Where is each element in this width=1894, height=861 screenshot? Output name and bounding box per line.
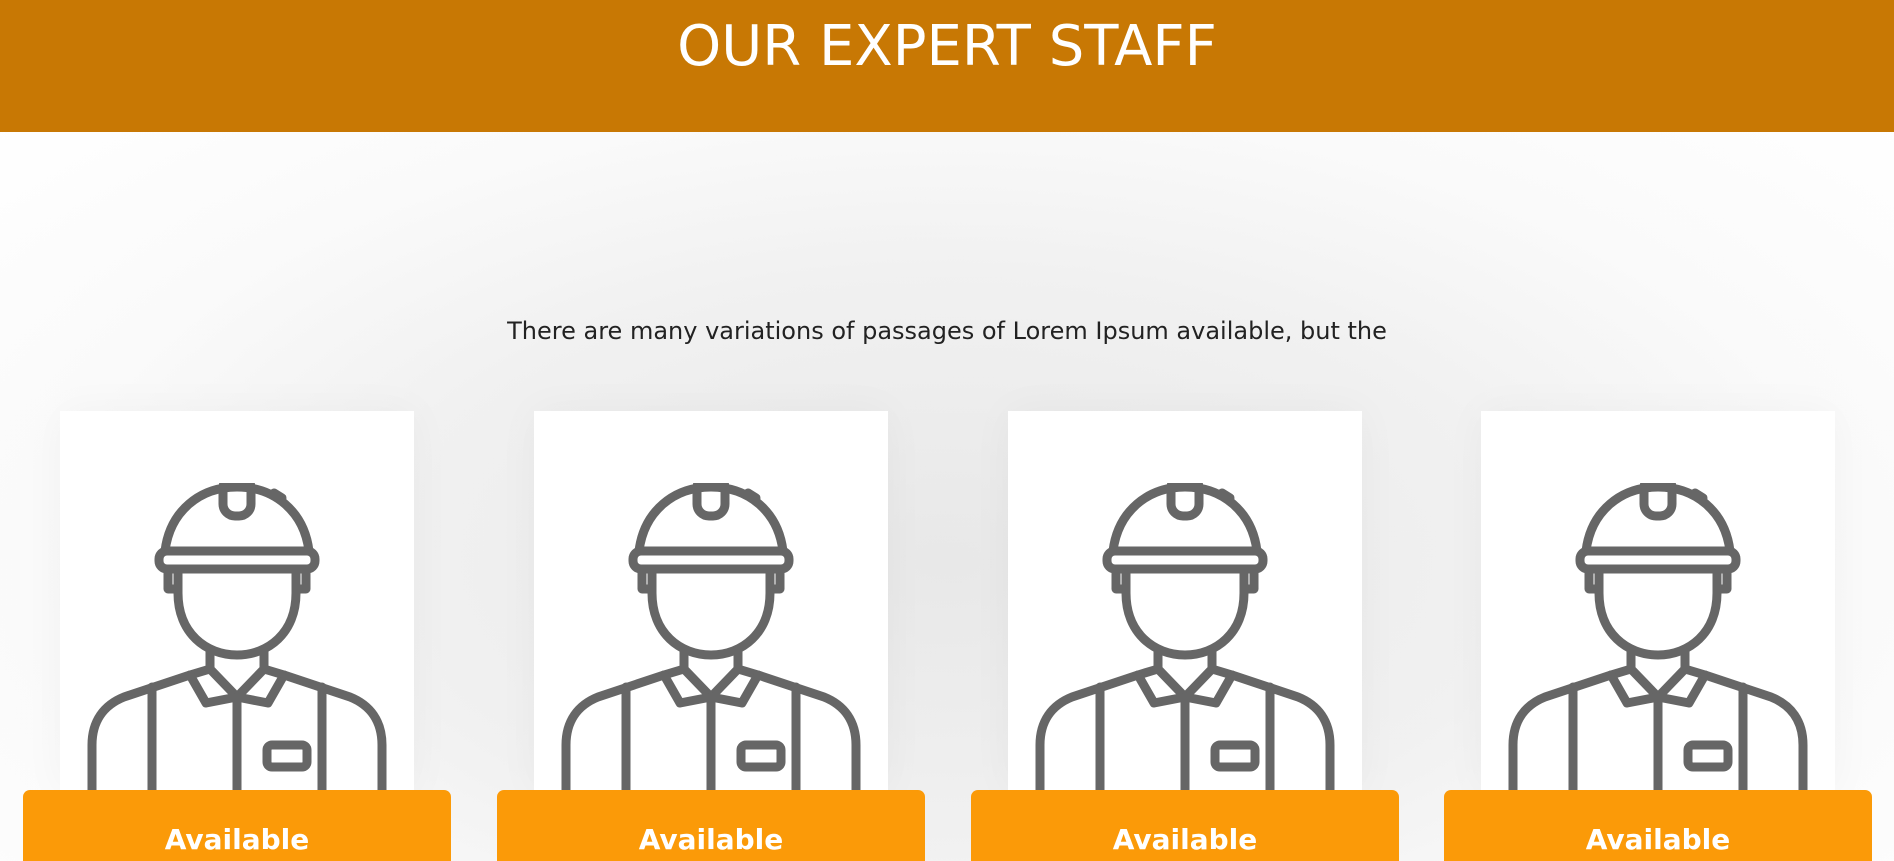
staff-photo — [1008, 411, 1362, 791]
header-banner: OUR EXPERT STAFF — [0, 0, 1894, 132]
available-button[interactable]: Available — [971, 790, 1399, 861]
intro-text: There are many variations of passages of… — [507, 317, 1387, 345]
available-button[interactable]: Available — [1444, 790, 1872, 861]
construction-worker-icon — [1030, 483, 1340, 803]
construction-worker-icon — [556, 483, 866, 803]
available-button[interactable]: Available — [23, 790, 451, 861]
construction-worker-icon — [1503, 483, 1813, 803]
page-title: OUR EXPERT STAFF — [677, 14, 1217, 79]
staff-photo — [534, 411, 888, 791]
construction-worker-icon — [82, 483, 392, 803]
staff-photo — [1481, 411, 1835, 791]
staff-photo — [60, 411, 414, 791]
available-button[interactable]: Available — [497, 790, 925, 861]
